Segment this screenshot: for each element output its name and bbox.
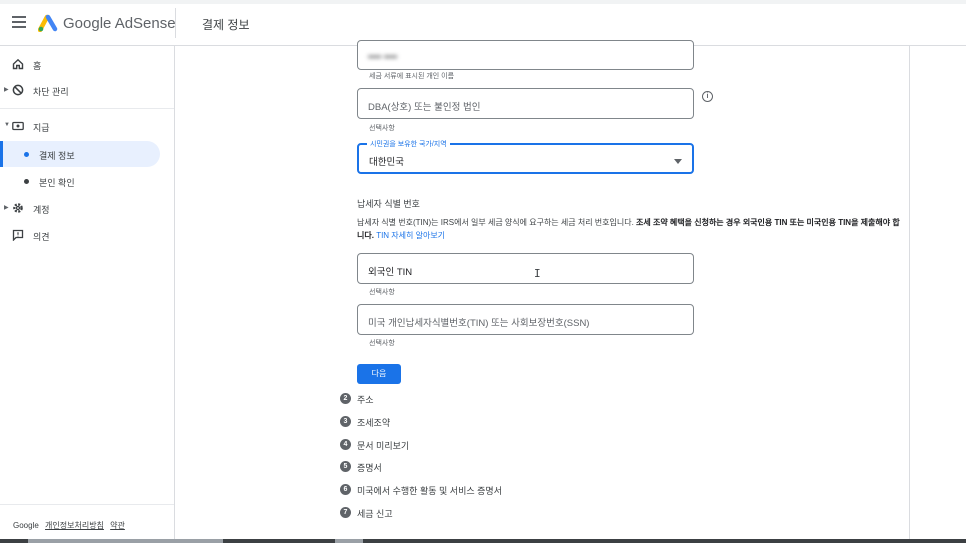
- step-number-badge: 6: [340, 484, 351, 495]
- caret-down-icon: ▼: [4, 122, 10, 128]
- sidebar-item-label: 결제 정보: [39, 151, 75, 161]
- citizenship-country-select[interactable]: 시민권을 보유한 국가/지역 대한민국: [357, 139, 694, 174]
- header-divider: [175, 8, 176, 38]
- sidebar-item-label: 지급: [33, 123, 50, 133]
- payments-icon: [12, 120, 24, 132]
- step-number-badge: 2: [340, 393, 351, 404]
- taskbar-segment: [335, 539, 363, 543]
- adsense-logo: [38, 14, 58, 32]
- tin-description: 납세자 식별 번호(TIN)는 IRS에서 일부 세금 양식에 요구하는 세금 …: [357, 216, 902, 242]
- main-content: •••• •••• 세금 서류에 표시된 개인 이름 DBA(상호) 또는 불인…: [175, 40, 966, 543]
- step-number-badge: 5: [340, 461, 351, 472]
- taskbar-segment: [28, 539, 223, 543]
- block-icon: [12, 84, 24, 96]
- sidebar-divider: [0, 108, 174, 109]
- sidebar-item-label: 홈: [33, 61, 42, 71]
- home-icon: [12, 58, 24, 70]
- us-tin-field[interactable]: 미국 개인납세자식별번호(TIN) 또는 사회보장번호(SSN): [357, 304, 694, 335]
- bullet-dot: [24, 152, 29, 157]
- foreign-tin-helper-text: 선택사항: [369, 289, 395, 296]
- step-label: 조세조약: [357, 418, 391, 428]
- dropdown-arrow-icon: [674, 159, 682, 164]
- sidebar-item-account[interactable]: ▶ 계정: [0, 197, 174, 219]
- sidebar-item-payment-info[interactable]: 결제 정보: [0, 141, 160, 167]
- step-label: 세금 신고: [357, 509, 393, 519]
- step-number-badge: 4: [340, 439, 351, 450]
- step-number-badge: 3: [340, 416, 351, 427]
- caret-right-icon: ▶: [4, 205, 9, 211]
- browser-strip: [0, 0, 966, 4]
- foreign-tin-placeholder: 외국인 TIN: [368, 267, 413, 278]
- terms-link[interactable]: 약관: [110, 521, 125, 530]
- sidebar-divider: [0, 504, 174, 505]
- dba-helper-text: 선택사항: [369, 125, 395, 132]
- menu-icon[interactable]: [12, 16, 26, 28]
- tin-learn-more-link[interactable]: TIN 자세히 알아보기: [376, 231, 445, 240]
- next-button[interactable]: 다음: [357, 364, 401, 384]
- foreign-tin-field[interactable]: 외국인 TIN: [357, 253, 694, 284]
- info-icon[interactable]: i: [702, 91, 713, 102]
- name-value: •••• ••••: [368, 52, 398, 63]
- step-label: 미국에서 수행한 활동 및 서비스 증명서: [357, 486, 502, 496]
- tin-description-text: 납세자 식별 번호(TIN)는 IRS에서 일부 세금 양식에 요구하는 세금 …: [357, 218, 637, 227]
- taskbar-strip: [0, 539, 966, 543]
- sidebar-item-identity-verification[interactable]: 본인 확인: [0, 170, 174, 192]
- text-cursor: I: [534, 267, 541, 280]
- us-tin-helper-text: 선택사항: [369, 340, 395, 347]
- feedback-icon: [12, 229, 24, 242]
- dba-field[interactable]: DBA(상호) 또는 불인정 법인: [357, 88, 694, 119]
- name-helper-text: 세금 서류에 표시된 개인 이름: [369, 73, 455, 80]
- privacy-link[interactable]: 개인정보처리방침: [45, 521, 104, 530]
- tin-section-title: 납세자 식별 번호: [357, 199, 420, 209]
- gear-icon: [12, 202, 24, 214]
- sidebar-item-label: 계정: [33, 205, 50, 215]
- step-label: 주소: [357, 395, 374, 405]
- citizenship-country-label: 시민권을 보유한 국가/지역: [367, 139, 450, 149]
- sidebar-footer: Google 개인정보처리방침 약관: [13, 520, 129, 531]
- footer-brand: Google: [13, 521, 39, 530]
- step-label: 문서 미리보기: [357, 441, 410, 451]
- brand-name: Google AdSense: [63, 15, 176, 32]
- caret-right-icon: ▶: [4, 87, 9, 93]
- dba-placeholder: DBA(상호) 또는 불인정 법인: [368, 102, 481, 113]
- bullet-dot: [24, 179, 29, 184]
- citizenship-country-value: 대한민국: [369, 157, 404, 168]
- step-label: 증명서: [357, 463, 382, 473]
- sidebar-item-label: 의견: [33, 232, 50, 242]
- us-tin-placeholder: 미국 개인납세자식별번호(TIN) 또는 사회보장번호(SSN): [368, 318, 590, 329]
- name-field[interactable]: •••• ••••: [357, 40, 694, 70]
- card-border: [909, 46, 910, 543]
- sidebar-item-feedback[interactable]: 의견: [0, 224, 174, 246]
- sidebar-item-block-management[interactable]: ▶ 차단 관리: [0, 79, 174, 101]
- sidebar-item-label: 차단 관리: [33, 87, 69, 97]
- sidebar-item-payments[interactable]: ▼ 지급: [0, 115, 174, 137]
- step-number-badge: 7: [340, 507, 351, 518]
- page-title: 결제 정보: [202, 18, 250, 32]
- sidebar-item-home[interactable]: 홈: [0, 53, 174, 75]
- sidebar: 홈 ▶ 차단 관리 ▼ 지급 결제 정보 본인 확인 ▶ 계정 의견 Googl…: [0, 46, 175, 543]
- sidebar-item-label: 본인 확인: [39, 178, 75, 188]
